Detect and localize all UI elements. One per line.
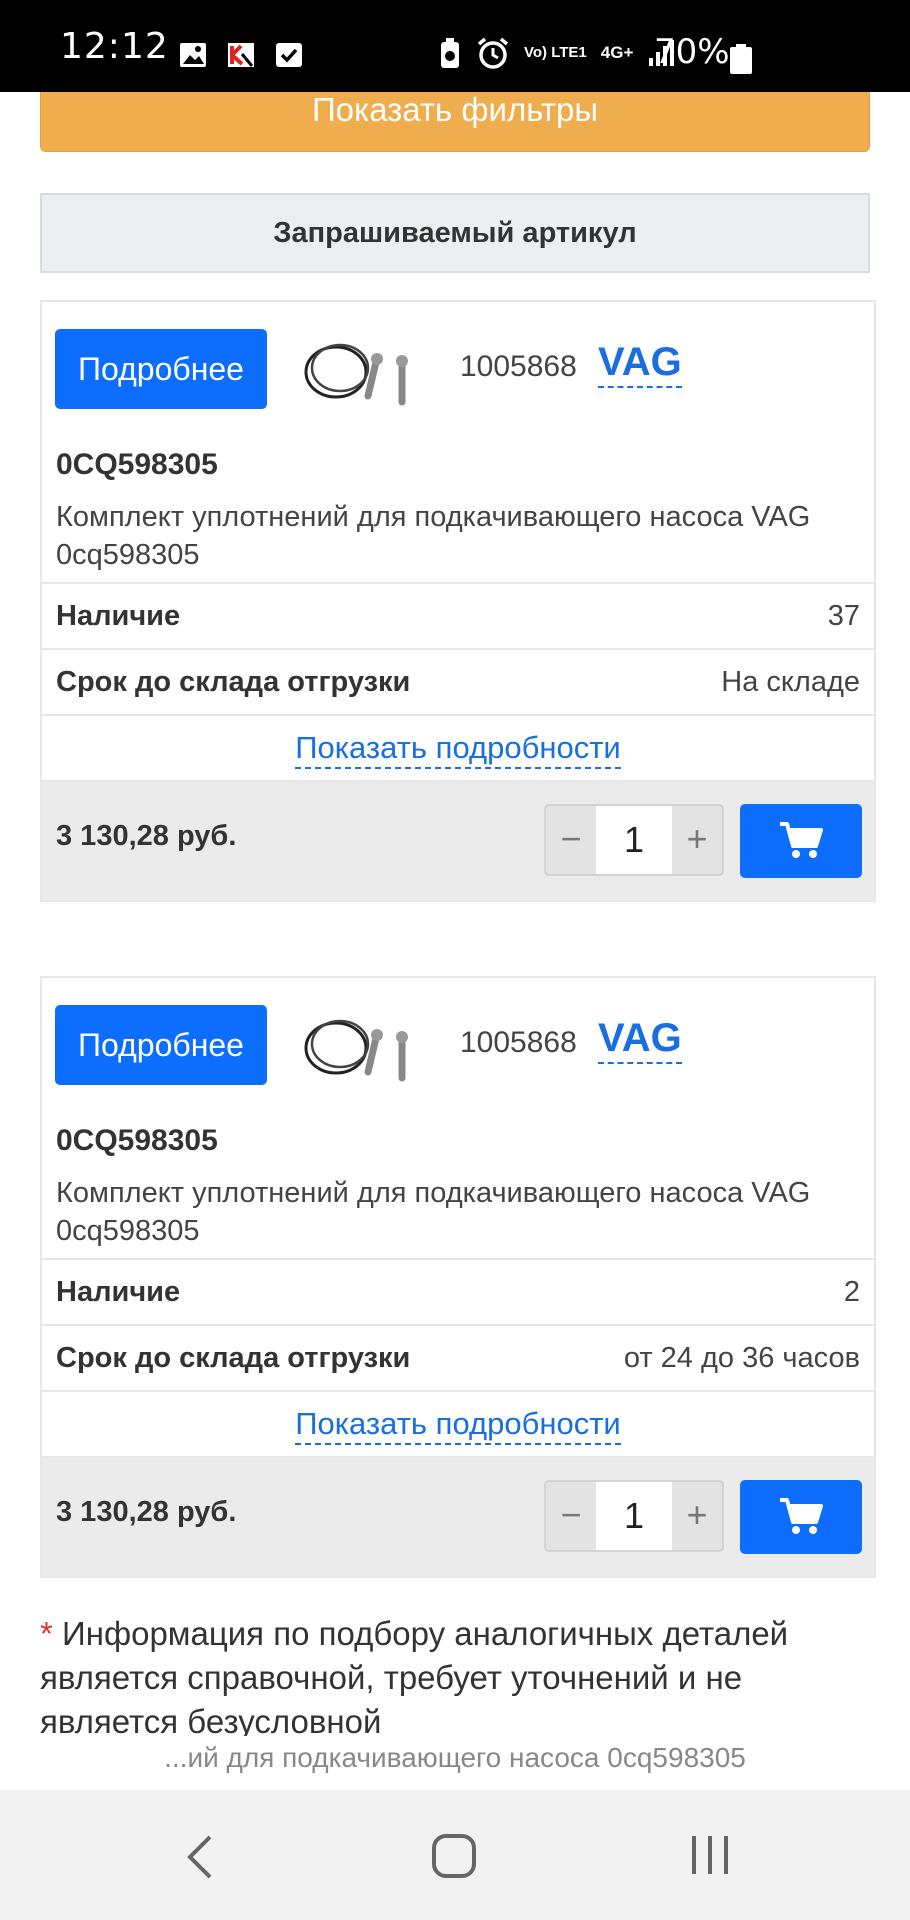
details-row: Показать подробности bbox=[42, 1390, 874, 1456]
quantity-stepper: − + bbox=[544, 1480, 724, 1552]
requested-article-header: Запрашиваемый артикул bbox=[40, 193, 870, 273]
status-bar: 12:12 Vo) LTE1 4G+ 70% bbox=[0, 0, 910, 92]
cart-icon bbox=[780, 822, 823, 858]
availability-label: Наличие bbox=[56, 1276, 181, 1308]
more-details-button[interactable]: Подробнее bbox=[55, 1005, 267, 1085]
price-row: 3 130,28 руб. − + bbox=[42, 780, 874, 900]
add-to-cart-button[interactable] bbox=[740, 1480, 862, 1554]
seal-kit-image[interactable] bbox=[304, 1010, 414, 1086]
battery-saver-icon bbox=[441, 38, 459, 68]
delivery-label: Срок до склада отгрузки bbox=[56, 1342, 411, 1374]
quantity-input[interactable] bbox=[596, 1482, 672, 1550]
system-icons: Vo) LTE1 4G+ bbox=[438, 36, 677, 70]
product-description: Комплект уплотнений для подкачивающего н… bbox=[56, 1177, 811, 1247]
seal-kit-image[interactable] bbox=[304, 334, 414, 410]
part-number: 1005868 bbox=[460, 1026, 577, 1059]
decrease-quantity-button[interactable]: − bbox=[546, 1482, 596, 1550]
alarm-icon bbox=[477, 37, 509, 69]
home-icon[interactable] bbox=[430, 1832, 478, 1880]
delivery-value: от 24 до 36 часов bbox=[623, 1342, 860, 1374]
battery-icon bbox=[730, 44, 752, 74]
article-code: 0CQ598305 bbox=[56, 1124, 218, 1157]
kaspersky-icon bbox=[228, 43, 254, 67]
delivery-row: Срок до склада отгрузки На складе bbox=[42, 648, 874, 714]
price-row: 3 130,28 руб. − + bbox=[42, 1456, 874, 1576]
image-icon bbox=[180, 43, 206, 67]
details-row: Показать подробности bbox=[42, 714, 874, 780]
price: 3 130,28 руб. bbox=[56, 820, 237, 852]
check-icon bbox=[276, 43, 302, 67]
decrease-quantity-button[interactable]: − bbox=[546, 806, 596, 874]
more-details-button[interactable]: Подробнее bbox=[55, 329, 267, 409]
product-card-header: Подробнее 1005868 VAG 0CQ598305 Комплект… bbox=[42, 978, 874, 1258]
status-time: 12:12 bbox=[60, 26, 169, 67]
part-number: 1005868 bbox=[460, 350, 577, 383]
page-title-overlay: ...ий для подкачивающего насоса 0cq59830… bbox=[164, 1742, 746, 1773]
disclaimer-text: Информация по подбору аналогичных детале… bbox=[40, 1615, 789, 1736]
show-details-link[interactable]: Показать подробности bbox=[295, 1406, 621, 1445]
article-code: 0CQ598305 bbox=[56, 448, 218, 481]
volte-label: Vo) LTE1 bbox=[524, 44, 587, 61]
recent-apps-icon[interactable] bbox=[688, 1832, 732, 1878]
availability-label: Наличие bbox=[56, 600, 181, 632]
increase-quantity-button[interactable]: + bbox=[672, 806, 722, 874]
quantity-stepper: − + bbox=[544, 804, 724, 876]
network-gen-label: 4G+ bbox=[600, 43, 634, 62]
product-card: Подробнее 1005868 VAG 0CQ598305 Комплект… bbox=[40, 300, 876, 902]
availability-value: 37 bbox=[827, 600, 860, 632]
availability-value: 2 bbox=[843, 1276, 860, 1308]
brand-link[interactable]: VAG bbox=[598, 340, 682, 388]
back-icon[interactable] bbox=[184, 1834, 216, 1880]
battery-percent: 70% bbox=[654, 32, 730, 72]
brand-link[interactable]: VAG bbox=[598, 1016, 682, 1064]
add-to-cart-button[interactable] bbox=[740, 804, 862, 878]
product-card: Подробнее 1005868 VAG 0CQ598305 Комплект… bbox=[40, 976, 876, 1578]
increase-quantity-button[interactable]: + bbox=[672, 1482, 722, 1550]
asterisk: * bbox=[40, 1615, 53, 1652]
product-description: Комплект уплотнений для подкачивающего н… bbox=[56, 501, 811, 571]
product-card-header: Подробнее 1005868 VAG 0CQ598305 Комплект… bbox=[42, 302, 874, 582]
cart-icon bbox=[780, 1498, 823, 1534]
disclaimer-note: * Информация по подбору аналогичных дета… bbox=[40, 1612, 840, 1736]
navigation-bar bbox=[0, 1790, 910, 1920]
availability-row: Наличие 2 bbox=[42, 1258, 874, 1324]
delivery-label: Срок до склада отгрузки bbox=[56, 666, 411, 698]
delivery-value: На складе bbox=[721, 666, 860, 698]
show-details-link[interactable]: Показать подробности bbox=[295, 730, 621, 769]
notification-icons bbox=[178, 40, 304, 70]
price: 3 130,28 руб. bbox=[56, 1496, 237, 1528]
delivery-row: Срок до склада отгрузки от 24 до 36 часо… bbox=[42, 1324, 874, 1390]
quantity-input[interactable] bbox=[596, 806, 672, 874]
availability-row: Наличие 37 bbox=[42, 582, 874, 648]
